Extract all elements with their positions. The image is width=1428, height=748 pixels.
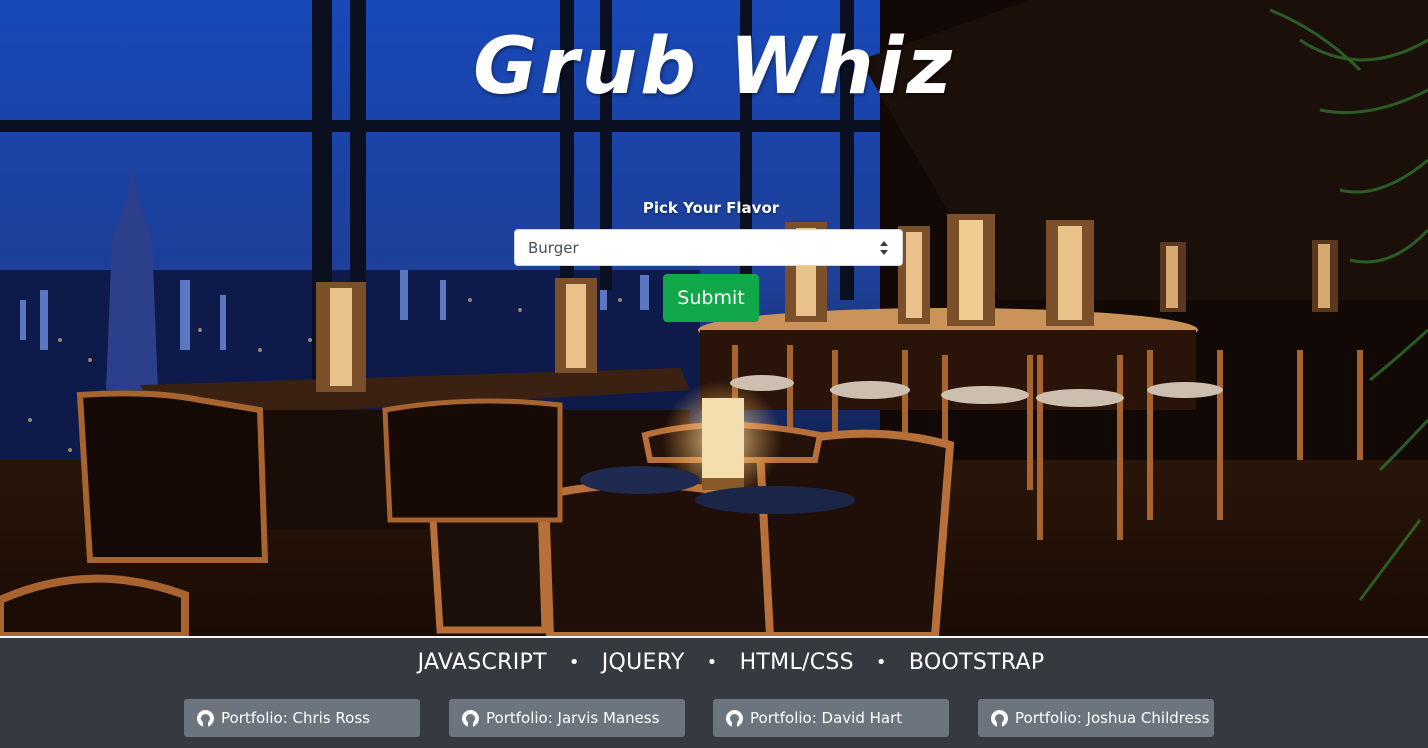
portfolio-button-david-hart[interactable]: Portfolio: David Hart [713, 699, 949, 737]
tech-separator: • [706, 652, 718, 673]
footer: JAVASCRIPT • JQUERY • HTML/CSS • BOOTSTR… [0, 638, 1428, 748]
github-icon [726, 709, 743, 727]
tech-list: JAVASCRIPT • JQUERY • HTML/CSS • BOOTSTR… [0, 650, 1428, 675]
tech-separator: • [875, 652, 887, 673]
flavor-label: Pick Your Flavor [642, 199, 780, 217]
tech-separator: • [568, 652, 580, 673]
portfolio-button-joshua-childress[interactable]: Portfolio: Joshua Childress [978, 699, 1214, 737]
flavor-select-value: Burger [528, 238, 579, 257]
portfolio-button-jarvis-maness[interactable]: Portfolio: Jarvis Maness [449, 699, 685, 737]
github-icon [462, 709, 479, 727]
portfolio-label: Portfolio: Chris Ross [221, 709, 370, 727]
submit-button[interactable]: Submit [663, 274, 759, 322]
hero-background: Grub Whiz Pick Your Flavor Burger Submit [0, 0, 1428, 636]
flavor-select[interactable]: Burger [514, 229, 903, 266]
app-title: Grub Whiz [473, 22, 955, 112]
github-icon [991, 709, 1008, 727]
github-icon [197, 709, 214, 727]
tech-html-css: HTML/CSS [739, 650, 854, 675]
tech-jquery: JQUERY [601, 650, 685, 675]
select-arrows-icon [879, 240, 889, 255]
portfolio-label: Portfolio: Joshua Childress [1015, 709, 1210, 727]
tech-javascript: JAVASCRIPT [417, 650, 547, 675]
portfolio-label: Portfolio: Jarvis Maness [486, 709, 660, 727]
portfolio-label: Portfolio: David Hart [750, 709, 903, 727]
portfolio-button-chris-ross[interactable]: Portfolio: Chris Ross [184, 699, 420, 737]
tech-bootstrap: BOOTSTRAP [908, 650, 1045, 675]
